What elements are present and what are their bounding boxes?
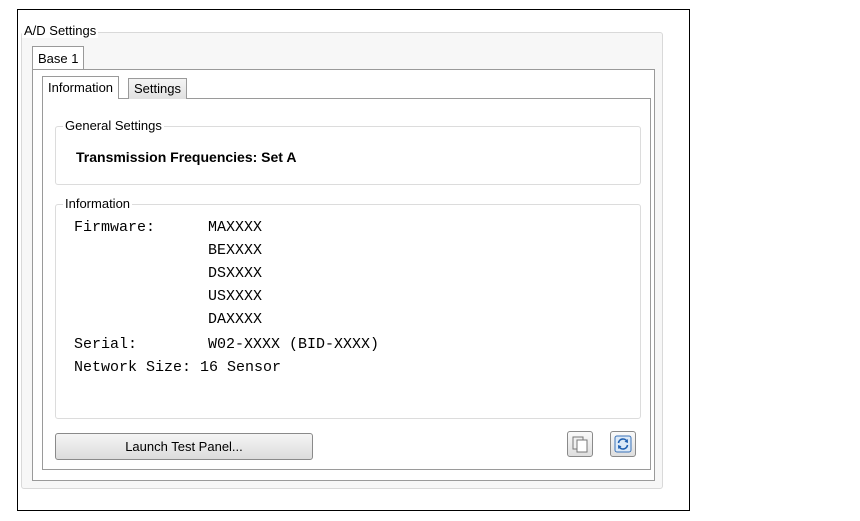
ad-settings-label: A/D Settings <box>22 23 99 38</box>
transmission-frequencies-text: Transmission Frequencies: Set A <box>76 149 297 165</box>
tab-settings[interactable]: Settings <box>128 78 187 99</box>
network-size-text: Network Size: 16 Sensor <box>74 359 282 376</box>
firmware-value: USXXXX <box>208 288 263 305</box>
firmware-value: DSXXXX <box>208 265 263 282</box>
refresh-button[interactable] <box>610 431 636 457</box>
copy-icon <box>572 436 588 453</box>
copy-button[interactable] <box>567 431 593 457</box>
firmware-key: Firmware: <box>74 219 156 236</box>
serial-value: W02-XXXX (BID-XXXX) <box>208 336 380 353</box>
tab-information[interactable]: Information <box>42 76 120 99</box>
firmware-value: BEXXXX <box>208 242 263 259</box>
firmware-value: MAXXXX <box>208 219 263 236</box>
serial-key: Serial: <box>74 336 138 353</box>
information-label: Information <box>63 196 133 211</box>
general-settings-label: General Settings <box>63 118 164 133</box>
refresh-icon <box>614 435 632 453</box>
launch-test-panel-button[interactable]: Launch Test Panel... <box>55 433 313 460</box>
firmware-value: DAXXXX <box>208 311 263 328</box>
tab-base-1[interactable]: Base 1 <box>32 46 85 70</box>
